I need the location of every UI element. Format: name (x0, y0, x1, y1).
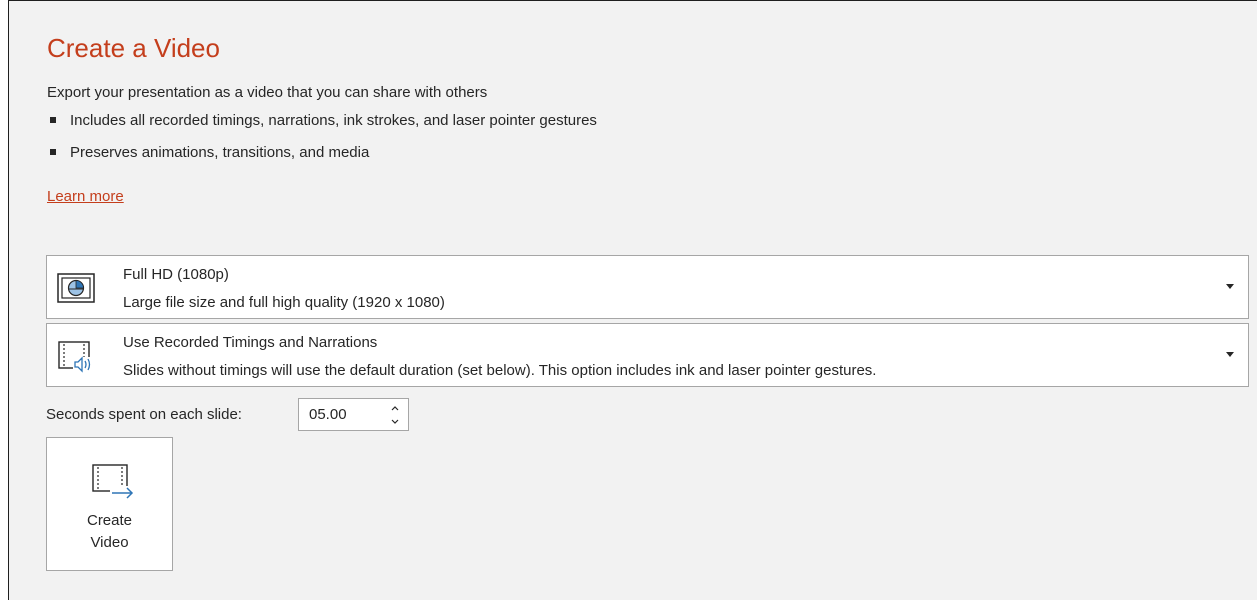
bullet-icon (50, 117, 56, 123)
create-video-label: Create Video (86, 512, 133, 551)
create-video-icon (92, 464, 134, 499)
learn-more-link[interactable]: Learn more (47, 187, 124, 207)
slide-narration-icon (58, 341, 95, 373)
chevron-up-icon[interactable] (388, 402, 402, 414)
quality-selected-label: Full HD (1080p) (123, 266, 229, 283)
chevron-down-icon (1226, 352, 1234, 357)
description-text: Export your presentation as a video that… (47, 84, 488, 101)
list-item: Includes all recorded timings, narration… (47, 111, 597, 131)
list-item: Preserves animations, transitions, and m… (47, 143, 597, 163)
seconds-stepper (298, 398, 409, 431)
timings-dropdown[interactable]: Use Recorded Timings and Narrations Slid… (46, 323, 1249, 387)
seconds-input[interactable] (309, 405, 369, 425)
quality-detail-label: Large file size and full high quality (1… (123, 294, 445, 311)
page-title: Create a Video (47, 33, 220, 63)
create-video-button[interactable]: Create Video (46, 437, 173, 571)
feature-list: Includes all recorded timings, narration… (47, 111, 597, 175)
seconds-label: Seconds spent on each slide: (46, 406, 242, 423)
chevron-down-icon (1226, 284, 1234, 289)
list-item-text: Includes all recorded timings, narration… (70, 112, 597, 129)
quality-dropdown[interactable]: Full HD (1080p) Large file size and full… (46, 255, 1249, 319)
monitor-icon (57, 273, 95, 303)
create-video-panel: Create a Video Export your presentation … (8, 0, 1257, 600)
list-item-text: Preserves animations, transitions, and m… (70, 144, 370, 161)
timings-selected-label: Use Recorded Timings and Narrations (123, 334, 378, 351)
chevron-down-icon[interactable] (388, 416, 402, 428)
bullet-icon (50, 149, 56, 155)
timings-detail-label: Slides without timings will use the defa… (123, 362, 877, 379)
